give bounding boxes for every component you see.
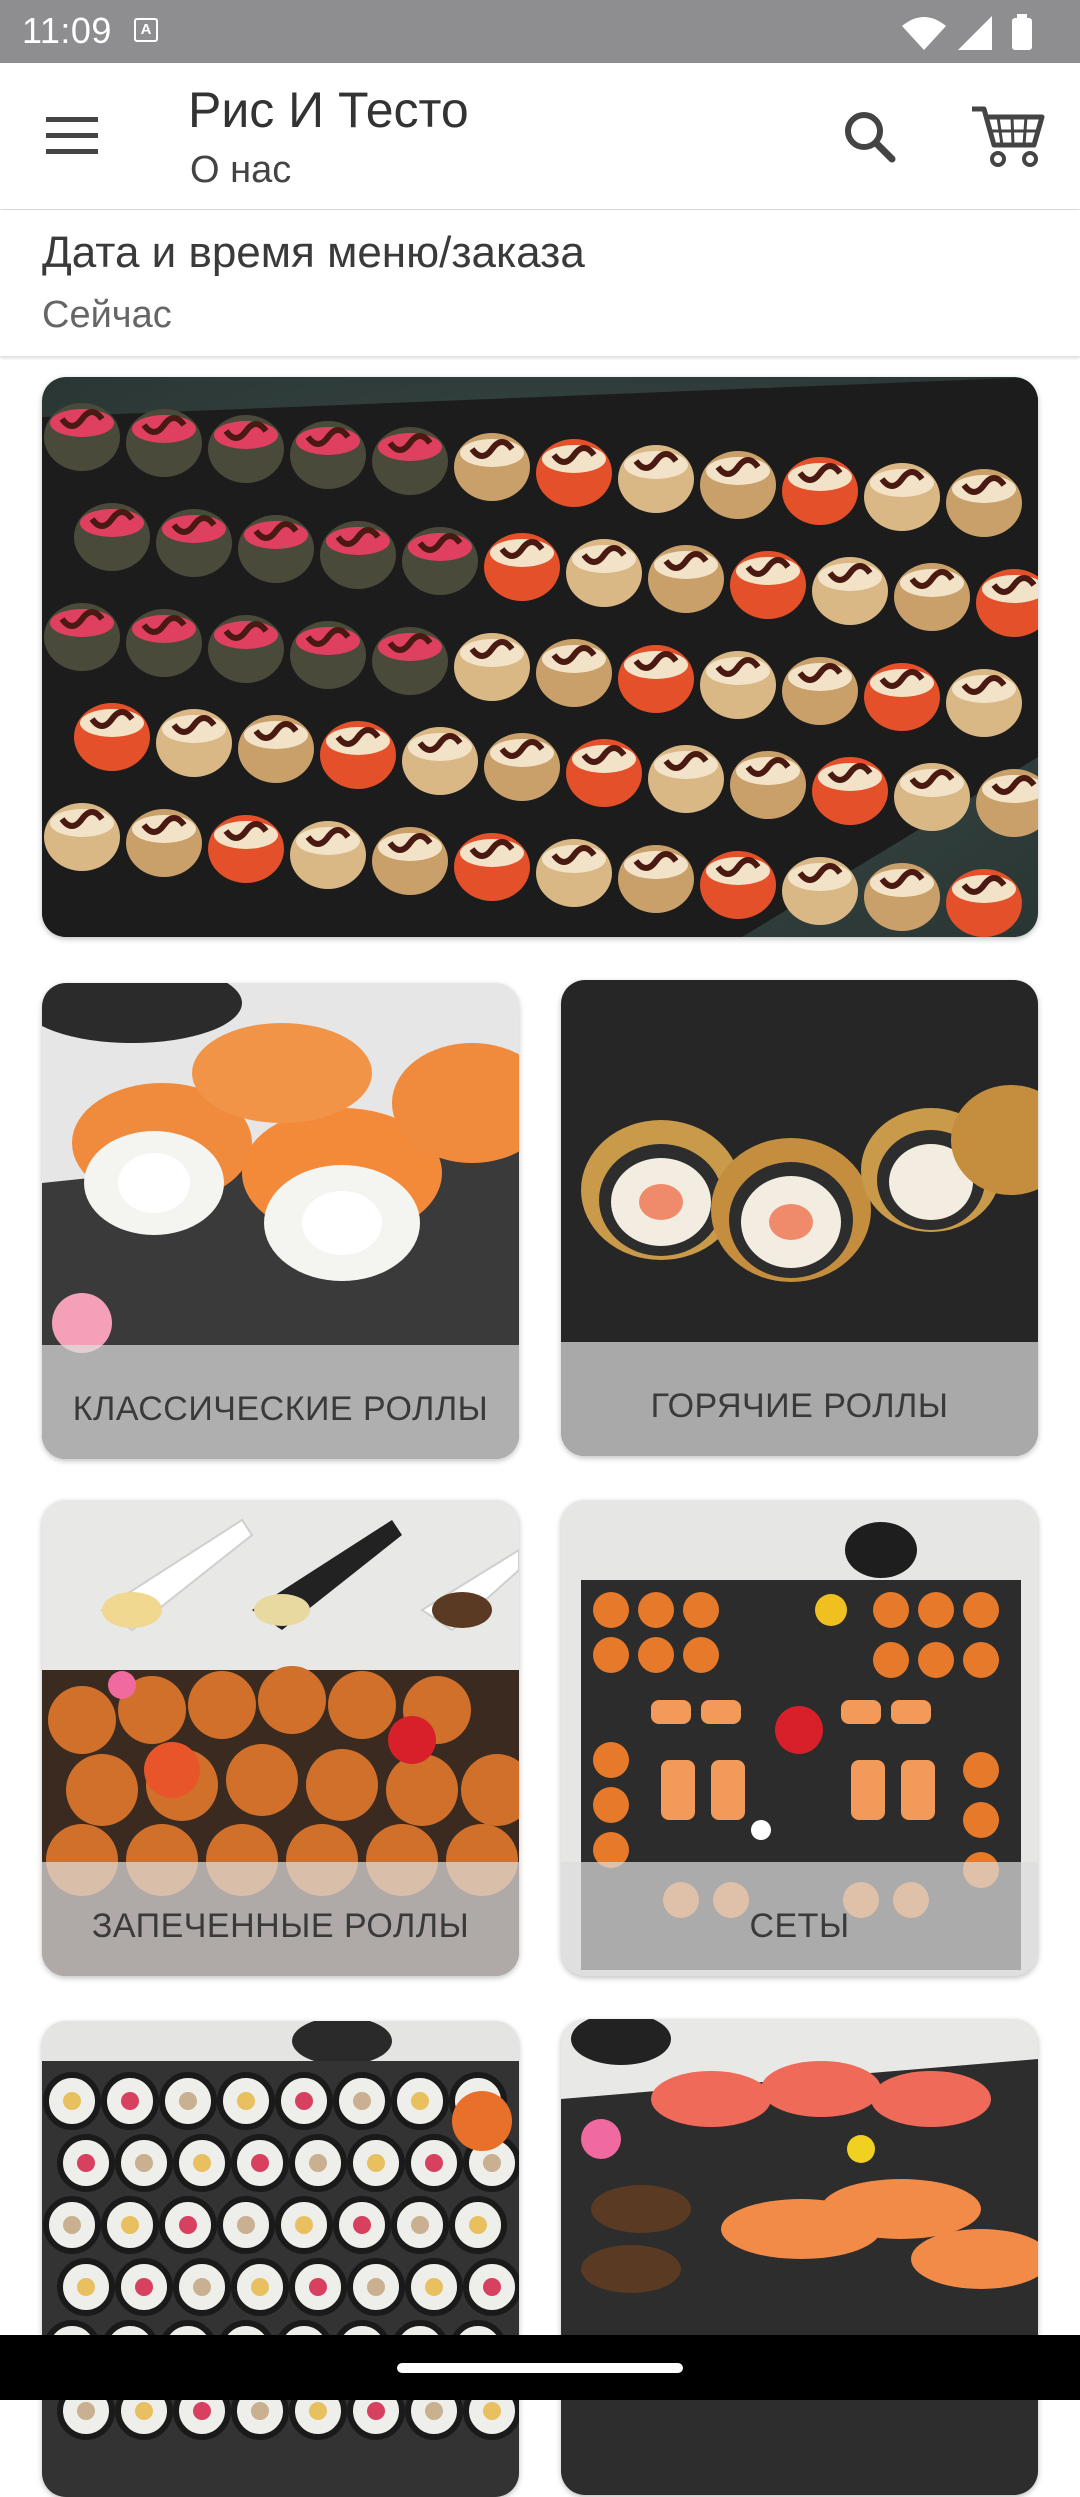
menu-button[interactable] [30, 103, 114, 169]
app-title: Рис И Тесто [188, 82, 469, 138]
category-label: СЕТЫ [749, 1907, 850, 1945]
category-label: ГОРЯЧИЕ РОЛЛЫ [650, 1387, 949, 1425]
battery-icon [1012, 14, 1032, 50]
category-tile-baked-rolls[interactable]: ЗАПЕЧЕННЫЕ РОЛЛЫ [42, 1500, 519, 1976]
status-time: 11:09 [22, 10, 112, 51]
category-tile-classic-rolls[interactable]: КЛАССИЧЕСКИЕ РОЛЛЫ [42, 983, 519, 1459]
status-icons [896, 12, 1056, 52]
notification-a-icon: A [134, 18, 158, 42]
search-button[interactable] [836, 103, 904, 171]
status-bar: 11:09 A [0, 0, 1080, 63]
order-time-title: Дата и время меню/заказа [42, 228, 585, 277]
category-label: ЗАПЕЧЕННЫЕ РОЛЛЫ [91, 1907, 470, 1945]
signal-icon [958, 16, 992, 50]
cart-icon [972, 106, 1045, 167]
menu-icon [46, 117, 98, 154]
app-subtitle[interactable]: О нас [190, 149, 291, 192]
category-tile-5[interactable] [42, 2021, 519, 2497]
order-time-selector[interactable]: Дата и время меню/заказа Сейчас [0, 210, 1080, 356]
promo-banner-image[interactable] [42, 377, 1038, 937]
category-label: КЛАССИЧЕСКИЕ РОЛЛЫ [72, 1390, 489, 1428]
order-time-value: Сейчас [42, 294, 172, 336]
app-bar: Рис И Тесто О нас [0, 63, 1080, 209]
cart-button[interactable] [968, 99, 1046, 171]
category-tile-6[interactable] [561, 2019, 1038, 2495]
category-tile-hot-rolls[interactable]: ГОРЯЧИЕ РОЛЛЫ [561, 980, 1038, 1456]
home-gesture-handle[interactable] [397, 2363, 683, 2373]
wifi-icon [902, 17, 946, 50]
search-icon [845, 112, 896, 163]
system-navigation-bar [0, 2335, 1080, 2400]
category-tile-sets[interactable]: СЕТЫ [561, 1500, 1038, 1976]
